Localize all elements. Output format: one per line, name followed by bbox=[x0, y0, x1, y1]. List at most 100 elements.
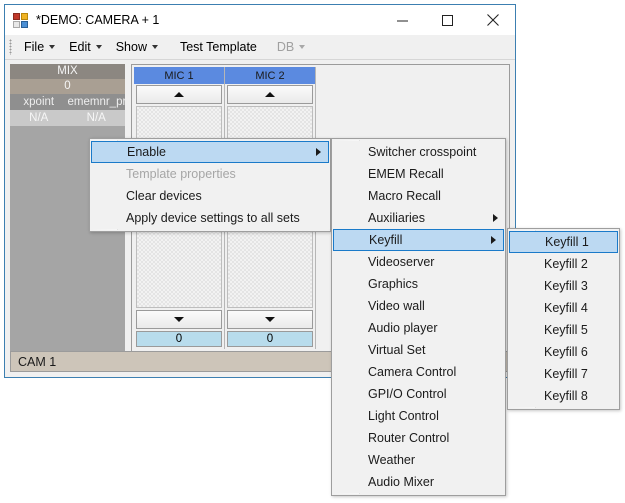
context-menu-level3-item-7[interactable]: Keyfill 8 bbox=[508, 385, 619, 407]
screen-root: *DEMO: CAMERA + 1 File Edit bbox=[0, 0, 625, 503]
scroll-up-button-mic2[interactable] bbox=[227, 85, 313, 104]
menu-test-template-label: Test Template bbox=[180, 40, 257, 54]
device-column-mic2-header: MIC 2 bbox=[225, 67, 315, 84]
context-menu-level3-item-2[interactable]: Keyfill 3 bbox=[508, 275, 619, 297]
mix-value: 0 bbox=[10, 79, 125, 94]
context-menu-level3-item-5[interactable]: Keyfill 6 bbox=[508, 341, 619, 363]
chevron-down-icon bbox=[299, 45, 305, 49]
context-menu-level2-item-9[interactable]: Virtual Set bbox=[332, 339, 505, 361]
context-menu-level2-item-4-label: Keyfill bbox=[369, 233, 402, 247]
context-menu-level3-item-6[interactable]: Keyfill 7 bbox=[508, 363, 619, 385]
context-menu-level1-item-1-label: Template properties bbox=[126, 167, 236, 181]
xpoint-column-header: xpoint bbox=[10, 94, 68, 110]
menu-db[interactable]: DB bbox=[270, 37, 312, 58]
context-menu-level1-item-2[interactable]: Clear devices bbox=[90, 185, 330, 207]
context-menu-level2-item-5-label: Videoserver bbox=[368, 255, 434, 269]
context-menu-level2-item-15-label: Audio Mixer bbox=[368, 475, 434, 489]
context-menu-level2-item-2[interactable]: Macro Recall bbox=[332, 185, 505, 207]
triangle-up-icon bbox=[265, 92, 275, 97]
scroll-down-button-mic2[interactable] bbox=[227, 310, 313, 329]
ememnr-value: N/A bbox=[68, 110, 126, 126]
window-title: *DEMO: CAMERA + 1 bbox=[36, 13, 159, 27]
context-menu-level1-item-3-label: Apply device settings to all sets bbox=[126, 211, 300, 225]
scroll-down-button-mic1[interactable] bbox=[136, 310, 222, 329]
ememnr-column-header: ememnr_pr bbox=[68, 94, 126, 110]
chevron-down-icon bbox=[96, 45, 102, 49]
context-menu-level2-item-14[interactable]: Weather bbox=[332, 449, 505, 471]
menu-edit-label: Edit bbox=[69, 40, 91, 54]
window-controls bbox=[380, 5, 515, 35]
device-value-mic1[interactable]: 0 bbox=[136, 331, 222, 347]
context-menu-level3-item-4-label: Keyfill 5 bbox=[544, 323, 588, 337]
title-bar: *DEMO: CAMERA + 1 bbox=[5, 5, 515, 35]
context-menu-level2-item-10[interactable]: Camera Control bbox=[332, 361, 505, 383]
context-menu-level3-item-1-label: Keyfill 2 bbox=[544, 257, 588, 271]
context-menu-level2-item-5[interactable]: Videoserver bbox=[332, 251, 505, 273]
context-menu-level3-item-5-label: Keyfill 6 bbox=[544, 345, 588, 359]
menu-edit[interactable]: Edit bbox=[62, 37, 109, 58]
context-menu-level3-item-0-label: Keyfill 1 bbox=[545, 235, 589, 249]
context-menu-level2-item-6-label: Graphics bbox=[368, 277, 418, 291]
context-menu-level1-item-1: Template properties bbox=[90, 163, 330, 185]
context-menu-level3: Keyfill 1 Keyfill 2 Keyfill 3 Keyfill 4 Keyf… bbox=[507, 228, 620, 410]
context-menu-level1-item-3[interactable]: Apply device settings to all sets bbox=[90, 207, 330, 229]
menu-test-template[interactable]: Test Template bbox=[173, 37, 264, 58]
context-menu-level2-item-13[interactable]: Router Control bbox=[332, 427, 505, 449]
context-menu-level2-item-1[interactable]: EMEM Recall bbox=[332, 163, 505, 185]
device-value-mic2[interactable]: 0 bbox=[227, 331, 313, 347]
context-menu-level2-item-4[interactable]: Keyfill bbox=[333, 229, 504, 251]
context-menu-level2-item-7-label: Video wall bbox=[368, 299, 425, 313]
context-menu-level2-item-1-label: EMEM Recall bbox=[368, 167, 444, 181]
context-menu-level2-item-9-label: Virtual Set bbox=[368, 343, 425, 357]
context-menu-level2-item-0[interactable]: Switcher crosspoint bbox=[332, 141, 505, 163]
menu-bar: File Edit Show Test Template DB bbox=[5, 35, 515, 60]
context-menu-level3-item-0[interactable]: Keyfill 1 bbox=[509, 231, 618, 253]
context-menu-level2-item-3-label: Auxiliaries bbox=[368, 211, 425, 225]
chevron-down-icon bbox=[49, 45, 55, 49]
context-menu-level3-item-6-label: Keyfill 7 bbox=[544, 367, 588, 381]
triangle-down-icon bbox=[174, 317, 184, 322]
menu-db-label: DB bbox=[277, 40, 294, 54]
submenu-arrow-icon bbox=[493, 214, 498, 222]
context-menu-level3-item-3[interactable]: Keyfill 4 bbox=[508, 297, 619, 319]
context-menu-level2-item-12[interactable]: Light Control bbox=[332, 405, 505, 427]
context-menu-level2-item-6[interactable]: Graphics bbox=[332, 273, 505, 295]
mix-header-label: MIX bbox=[10, 64, 125, 79]
context-menu-level3-item-7-label: Keyfill 8 bbox=[544, 389, 588, 403]
context-menu-level2-item-0-label: Switcher crosspoint bbox=[368, 145, 476, 159]
menu-file-label: File bbox=[24, 40, 44, 54]
maximize-icon[interactable] bbox=[425, 5, 470, 35]
context-menu-level2-item-13-label: Router Control bbox=[368, 431, 449, 445]
context-menu-level1-item-2-label: Clear devices bbox=[126, 189, 202, 203]
device-column-mic1-header: MIC 1 bbox=[134, 67, 224, 84]
menu-show-label: Show bbox=[116, 40, 147, 54]
context-menu-level3-item-1[interactable]: Keyfill 2 bbox=[508, 253, 619, 275]
context-menu-level2-item-7[interactable]: Video wall bbox=[332, 295, 505, 317]
triangle-up-icon bbox=[174, 92, 184, 97]
context-menu-level2-item-8[interactable]: Audio player bbox=[332, 317, 505, 339]
app-window-icon bbox=[13, 12, 29, 28]
context-menu-level2-item-3[interactable]: Auxiliaries bbox=[332, 207, 505, 229]
context-menu-level2-item-10-label: Camera Control bbox=[368, 365, 456, 379]
context-menu-level2-item-12-label: Light Control bbox=[368, 409, 439, 423]
context-menu-level2-item-15[interactable]: Audio Mixer bbox=[332, 471, 505, 493]
xpoint-value: N/A bbox=[10, 110, 68, 126]
context-menu-level1: Enable Template properties Clear devices Ap… bbox=[89, 138, 331, 232]
chevron-down-icon bbox=[152, 45, 158, 49]
minimize-icon[interactable] bbox=[380, 5, 425, 35]
context-menu-level2-item-8-label: Audio player bbox=[368, 321, 438, 335]
context-menu-level3-item-3-label: Keyfill 4 bbox=[544, 301, 588, 315]
context-menu-level1-item-0-label: Enable bbox=[127, 145, 166, 159]
menu-grip-handle[interactable] bbox=[9, 39, 12, 55]
menu-file[interactable]: File bbox=[17, 37, 62, 58]
context-menu-level1-item-0[interactable]: Enable bbox=[91, 141, 329, 163]
menu-show[interactable]: Show bbox=[109, 37, 165, 58]
context-menu-level2-item-11[interactable]: GPI/O Control bbox=[332, 383, 505, 405]
context-menu-level3-item-4[interactable]: Keyfill 5 bbox=[508, 319, 619, 341]
submenu-arrow-icon bbox=[491, 236, 496, 244]
close-icon[interactable] bbox=[470, 5, 515, 35]
scroll-up-button-mic1[interactable] bbox=[136, 85, 222, 104]
triangle-down-icon bbox=[265, 317, 275, 322]
context-menu-level2: Switcher crosspoint EMEM Recall Macro Reca… bbox=[331, 138, 506, 496]
context-menu-level3-item-2-label: Keyfill 3 bbox=[544, 279, 588, 293]
